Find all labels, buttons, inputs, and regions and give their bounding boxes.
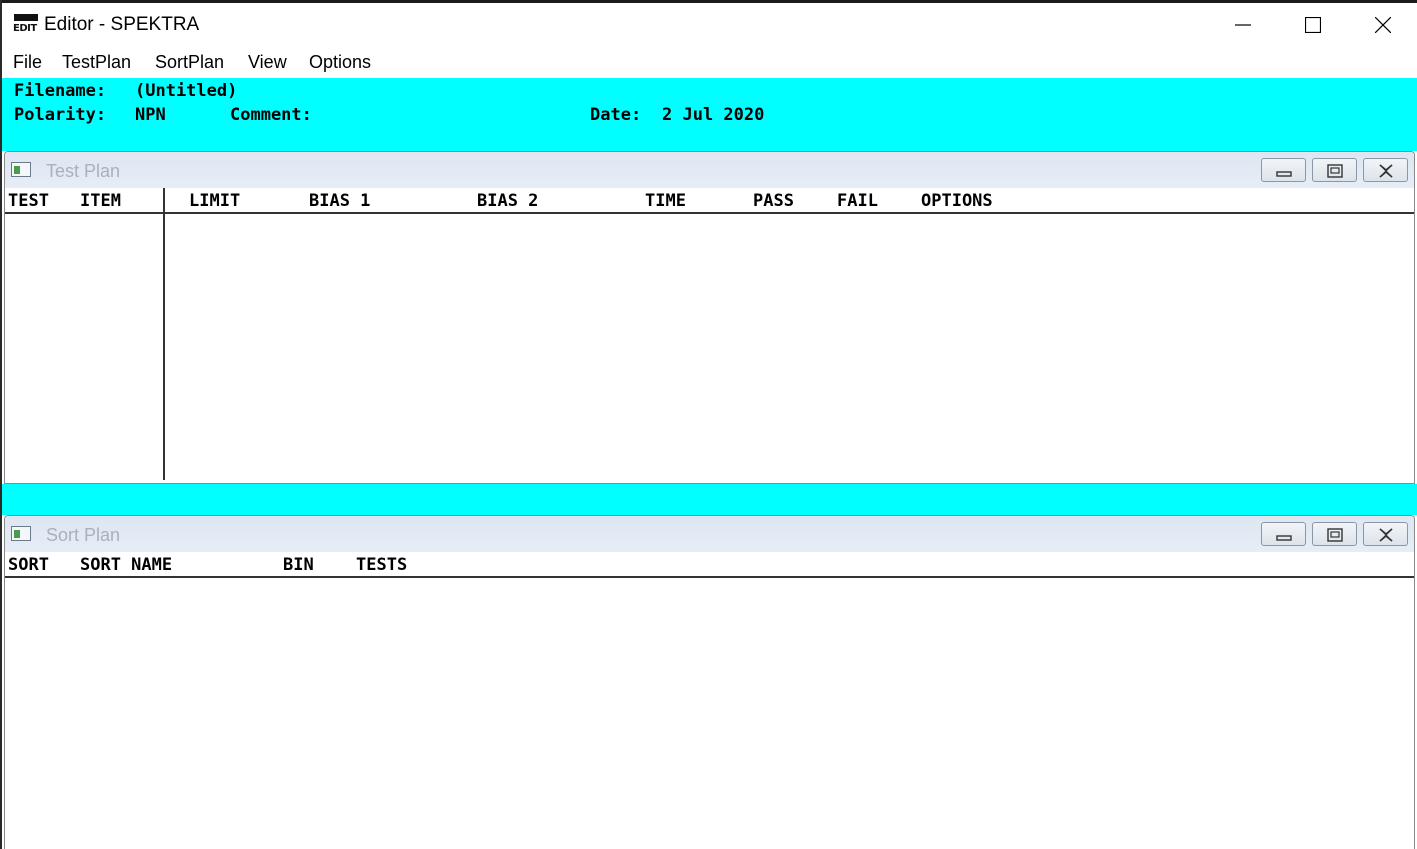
sort-plan-column-header: SORT SORT NAME BIN TESTS — [5, 552, 1414, 578]
minimize-button[interactable] — [1208, 3, 1278, 47]
sort-plan-restore-button[interactable] — [1312, 522, 1357, 546]
column-item[interactable]: ITEM — [80, 191, 121, 211]
maximize-icon — [1305, 17, 1321, 33]
test-plan-restore-button[interactable] — [1312, 158, 1357, 182]
column-tests[interactable]: TESTS — [356, 555, 407, 575]
test-plan-window[interactable]: Test Plan TEST ITEM LIMIT BIAS 1 BIAS 2 … — [4, 151, 1415, 484]
window-title: Editor - SPEKTRA — [44, 14, 200, 35]
sort-plan-window[interactable]: Sort Plan SORT SORT NAME BIN TESTS — [4, 515, 1415, 849]
test-plan-column-header: TEST ITEM LIMIT BIAS 1 BIAS 2 TIME PASS … — [5, 188, 1414, 214]
test-plan-list-area[interactable] — [5, 214, 1414, 482]
column-fail[interactable]: FAIL — [837, 191, 878, 211]
menu-sortplan[interactable]: SortPlan — [155, 52, 224, 73]
edit-app-icon[interactable]: EDIT — [13, 14, 39, 38]
restore-icon — [1327, 164, 1343, 178]
menu-file[interactable]: File — [13, 52, 42, 73]
menu-view[interactable]: View — [248, 52, 287, 73]
column-bias-1[interactable]: BIAS 1 — [309, 191, 370, 211]
filename-value: (Untitled) — [135, 81, 238, 101]
window-icon-panel — [14, 166, 20, 174]
polarity-label: Polarity: — [14, 105, 107, 125]
comment-label: Comment: — [230, 105, 312, 125]
sort-plan-minimize-button[interactable] — [1261, 522, 1306, 546]
restore-icon — [1327, 528, 1343, 542]
test-plan-window-icon[interactable] — [11, 162, 31, 177]
column-bias-2[interactable]: BIAS 2 — [477, 191, 538, 211]
minimize-icon — [1235, 24, 1251, 26]
test-plan-close-button[interactable] — [1363, 158, 1408, 182]
column-pass[interactable]: PASS — [753, 191, 794, 211]
test-plan-title-bar[interactable]: Test Plan — [5, 152, 1414, 188]
sort-plan-title-bar[interactable]: Sort Plan — [5, 516, 1414, 552]
test-plan-title: Test Plan — [46, 161, 121, 181]
menu-options[interactable]: Options — [309, 52, 371, 73]
filename-label: Filename: — [14, 81, 107, 101]
sort-plan-close-button[interactable] — [1363, 522, 1408, 546]
polarity-value: NPN — [135, 105, 166, 125]
window-background — [2, 484, 1417, 515]
window-icon-panel — [14, 530, 20, 538]
column-limit[interactable]: LIMIT — [189, 191, 240, 211]
sort-plan-title: Sort Plan — [46, 525, 121, 545]
date-value: 2 Jul 2020 — [662, 105, 765, 125]
sort-plan-list-area[interactable] — [5, 578, 1414, 848]
test-plan-minimize-button[interactable] — [1261, 158, 1306, 182]
column-bin[interactable]: BIN — [283, 555, 314, 575]
close-icon — [1375, 17, 1391, 33]
maximize-button[interactable] — [1278, 3, 1348, 47]
title-bar[interactable]: EDIT Editor - SPEKTRA — [2, 3, 1415, 47]
minimize-icon — [1276, 535, 1292, 541]
column-test[interactable]: TEST — [8, 191, 49, 211]
close-icon — [1379, 164, 1393, 178]
column-options[interactable]: OPTIONS — [921, 191, 993, 211]
minimize-icon — [1276, 171, 1292, 177]
close-icon — [1379, 528, 1393, 542]
menu-testplan[interactable]: TestPlan — [62, 52, 131, 73]
edit-icon-label: EDIT — [13, 23, 37, 34]
date-label: Date: — [590, 105, 642, 125]
column-sort-name[interactable]: SORT NAME — [80, 555, 172, 575]
edit-icon-bar — [14, 14, 38, 21]
close-button[interactable] — [1348, 3, 1417, 47]
column-time[interactable]: TIME — [645, 191, 686, 211]
file-info-header: Filename: (Untitled) Polarity: NPN Comme… — [2, 78, 1417, 151]
menu-bar: File TestPlan SortPlan View Options — [2, 47, 1415, 78]
column-sort[interactable]: SORT — [8, 555, 49, 575]
sort-plan-window-icon[interactable] — [11, 526, 31, 541]
